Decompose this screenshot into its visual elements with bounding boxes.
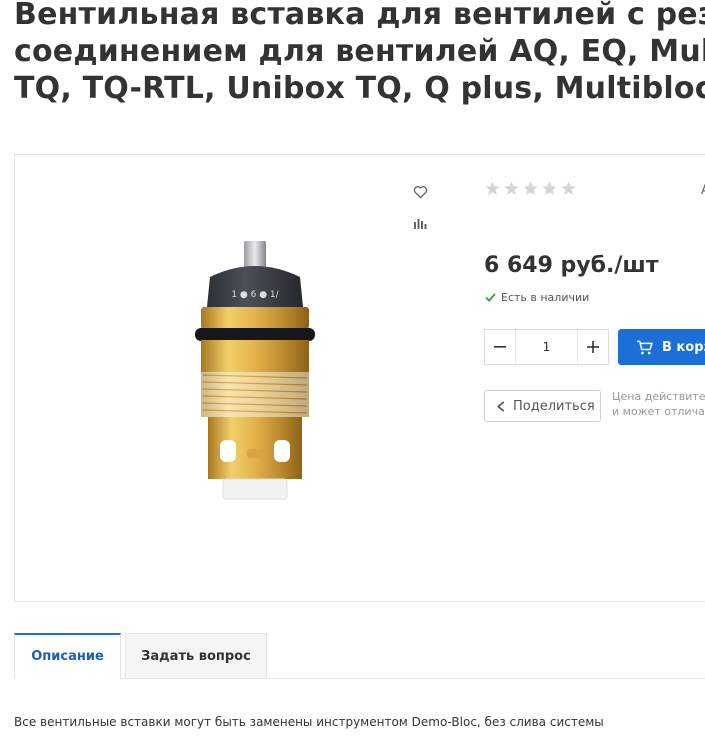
product-price: 6 649 руб./шт <box>484 253 659 278</box>
compare-button[interactable] <box>410 213 430 233</box>
add-to-cart-label: В корз <box>662 339 705 355</box>
check-icon <box>485 293 496 302</box>
share-button[interactable]: Поделиться <box>484 390 601 422</box>
cart-icon <box>637 340 653 354</box>
stock-status: Есть в наличии <box>485 291 589 304</box>
minus-icon <box>494 346 506 348</box>
tab-description[interactable]: Описание <box>14 633 121 679</box>
heart-icon <box>413 186 427 199</box>
svg-text:1 ● 6 ● 1/: 1 ● 6 ● 1/ <box>231 290 279 300</box>
price-disclaimer-line: и может отличат <box>612 405 705 418</box>
plus-icon <box>587 341 599 353</box>
quantity-stepper: 1 <box>484 329 609 365</box>
add-to-cart-button[interactable]: В корз <box>618 329 705 365</box>
quantity-increase-button[interactable] <box>578 330 608 364</box>
bar-chart-icon <box>414 219 427 229</box>
rating-stars[interactable] <box>484 180 577 197</box>
price-disclaimer: Цена действител и может отличат <box>612 389 705 419</box>
product-card: 1 ● 6 ● 1/ 6 649 руб./шт Есть в наличии … <box>14 154 705 602</box>
product-title: Вентильная вставка для вентилей с рез со… <box>14 0 705 107</box>
price-disclaimer-line: Цена действител <box>612 390 705 403</box>
share-label: Поделиться <box>513 398 595 414</box>
product-title-line: соединением для вентилей AQ, EQ, Mul <box>14 34 705 69</box>
product-title-line: TQ, TQ-RTL, Unibox TQ, Q plus, Multibloc… <box>14 71 705 106</box>
star-icon <box>561 181 576 195</box>
star-icon <box>542 181 557 195</box>
star-icon <box>523 181 538 195</box>
product-title-line: Вентильная вставка для вентилей с рез <box>14 0 705 32</box>
product-description: Все вентильные вставки могут быть замене… <box>14 715 604 729</box>
star-icon <box>485 181 500 195</box>
quantity-decrease-button[interactable] <box>485 330 515 364</box>
quantity-input[interactable]: 1 <box>515 330 578 364</box>
star-icon <box>504 181 519 195</box>
stock-status-text: Есть в наличии <box>501 291 590 304</box>
tab-ask-question[interactable]: Задать вопрос <box>125 633 267 679</box>
share-icon <box>497 400 505 412</box>
product-image: 1 ● 6 ● 1/ <box>195 241 315 500</box>
article-label: А <box>701 183 705 198</box>
favorite-button[interactable] <box>410 182 430 202</box>
